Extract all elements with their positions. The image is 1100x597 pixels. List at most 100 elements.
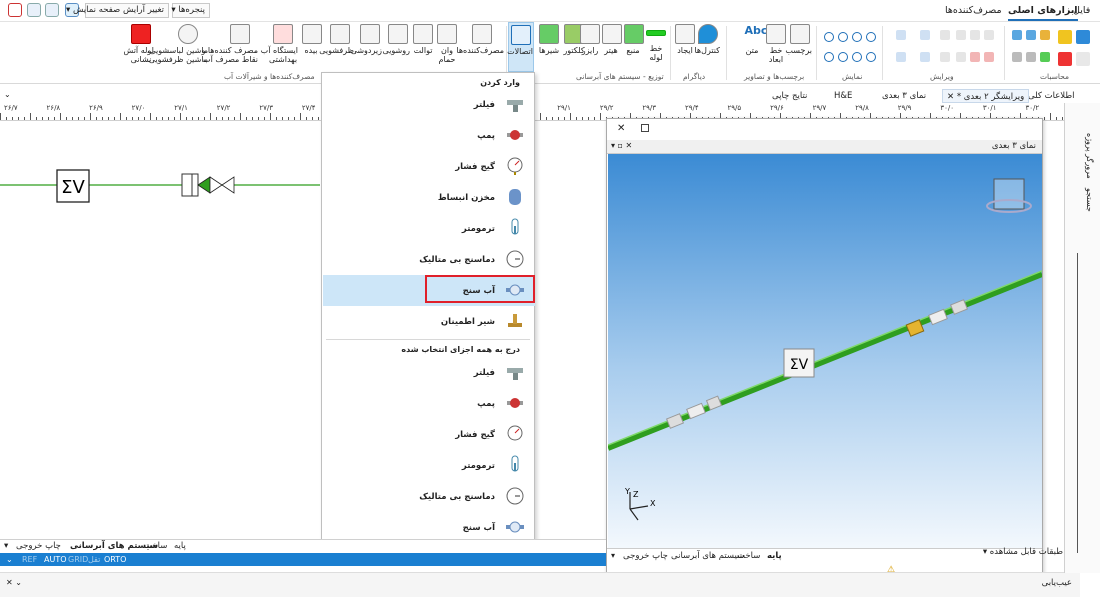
3d-tab-build[interactable]: ساخت	[737, 551, 760, 561]
undo-icon[interactable]	[27, 3, 41, 17]
zoom-extent-icon[interactable]	[838, 52, 848, 62]
create-tool[interactable]: ایجاد	[674, 22, 696, 72]
sheet-tab-print-output[interactable]: چاپ خروجی	[16, 541, 61, 551]
calc-list-icon[interactable]	[1076, 52, 1090, 66]
sink-tool[interactable]: ظرفشویی	[319, 22, 354, 72]
toilet-tool[interactable]: توالت	[413, 22, 433, 72]
chevron-down-icon[interactable]: ⌄	[4, 90, 11, 99]
zoom-scale-icon[interactable]	[852, 52, 862, 62]
tab-2d-editor[interactable]: ویرایشگر ۲ بعدی * ✕	[942, 89, 1030, 103]
table-icon[interactable]	[1076, 30, 1090, 44]
move-icon[interactable]	[896, 52, 906, 62]
tab-3d-view[interactable]: نمای ۳ بعدی	[878, 89, 930, 103]
menu-item-filter[interactable]: فیلتر	[323, 89, 535, 120]
project-explorer-tab[interactable]: مرورگر پروژه	[1085, 133, 1094, 179]
change-layout-dropdown[interactable]: تغییر آرایش صفحه نمایش ▾	[66, 3, 169, 18]
3d-viewport[interactable]: ΣV Y X Z	[608, 154, 1042, 548]
status-auto[interactable]: AUTO	[44, 553, 67, 566]
menu-item-expansion-tank[interactable]: مخزن انبساط	[323, 182, 535, 213]
report-icon[interactable]	[1058, 30, 1072, 44]
zoom-prev-icon[interactable]	[824, 52, 834, 62]
chevron-down-icon[interactable]: ▾	[4, 541, 8, 551]
close-icon[interactable]: ✕	[947, 92, 954, 102]
arrange-icon[interactable]	[920, 30, 930, 40]
consumer-points-tool[interactable]: مصرف کننده‌ها و نقاط مصرف آب	[201, 22, 258, 72]
pipeline-tool[interactable]: خط لوله	[646, 22, 666, 72]
status-ref[interactable]: REF	[22, 553, 37, 566]
pan-icon[interactable]	[866, 52, 876, 62]
windows-dropdown[interactable]: پنجره‌ها ▾	[171, 3, 210, 18]
tab-main-tools[interactable]: ابزارهای اصلی	[1008, 5, 1078, 21]
3d-tab-print-output[interactable]: چاپ خروجی	[623, 551, 668, 561]
search-tab[interactable]: جستجو	[1085, 188, 1094, 212]
redo-icon[interactable]	[45, 3, 59, 17]
menu-item-bimetal-thermometer[interactable]: دماسنج بی متالیک	[323, 244, 535, 275]
align-icon[interactable]	[896, 30, 906, 40]
bidet-tool[interactable]: بیده	[302, 22, 322, 72]
scale-icon[interactable]	[956, 52, 966, 62]
dimension-line-tool[interactable]: خط ابعاد	[766, 22, 786, 72]
menu-item-thermometer-all[interactable]: ترمومتر	[323, 450, 535, 481]
tank-tool[interactable]: منبع	[624, 22, 644, 72]
zoom-out-icon[interactable]	[838, 32, 848, 42]
pin-icon[interactable]: ▾ ▫ ✕	[611, 141, 632, 150]
status-snap[interactable]: تقل	[88, 553, 100, 566]
3d-tab-water-systems[interactable]: سیستم های آبرسانی	[671, 551, 744, 561]
visible-layers-dropdown[interactable]: طبقات قابل مشاهده ▾	[928, 547, 1063, 561]
zoom-window-icon[interactable]	[852, 32, 862, 42]
zoom-all-icon[interactable]	[866, 32, 876, 42]
status-grid[interactable]: GRID	[68, 553, 88, 566]
menu-item-pump[interactable]: پمپ	[323, 120, 535, 151]
app-icon[interactable]	[8, 3, 22, 17]
status-ortho[interactable]: ORTO	[104, 553, 126, 566]
menu-item-pressure-gauge-all[interactable]: گیج فشار	[323, 419, 535, 450]
chevron-down-icon[interactable]: ▾	[611, 551, 615, 560]
zoom-in-icon[interactable]	[824, 32, 834, 42]
text-tool[interactable]: Abc متن	[742, 22, 768, 72]
group-icon[interactable]	[940, 30, 950, 40]
menu-item-pressure-gauge[interactable]: گیج فشار	[323, 151, 535, 182]
riser-tool[interactable]: رایزر	[580, 22, 600, 72]
sheet-tab-build[interactable]: ساخت	[144, 541, 167, 551]
calc-run-icon[interactable]	[1040, 52, 1050, 62]
command-line[interactable]: ✕ ⌄ عیب‌یابی	[0, 572, 1080, 597]
bathtub-tool[interactable]: وان حمام	[436, 22, 458, 72]
calc-settings-icon[interactable]	[1012, 52, 1022, 62]
close-icon[interactable]: ✕	[617, 123, 625, 134]
troubleshoot-label[interactable]: عیب‌یابی	[1042, 578, 1072, 588]
menu-item-filter-all[interactable]: فیلتر	[323, 357, 535, 388]
3d-tab-base[interactable]: پایه	[767, 551, 782, 561]
fittings-tool[interactable]: اتصالات	[507, 22, 534, 72]
tab-he[interactable]: H&E	[830, 89, 856, 103]
consumers-tool[interactable]: مصرف‌کننده‌ها	[456, 22, 504, 72]
erase-icon[interactable]	[984, 52, 994, 62]
paste-icon[interactable]	[970, 30, 980, 40]
mirror-icon[interactable]	[940, 52, 950, 62]
menu-item-pump-all[interactable]: پمپ	[323, 388, 535, 419]
valves-tool[interactable]: شیرها	[538, 22, 560, 72]
washbasin-tool[interactable]: روشویی	[383, 22, 410, 72]
calc-check-icon[interactable]	[1026, 52, 1036, 62]
calc-heat-icon[interactable]	[1040, 30, 1050, 40]
tab-print-results[interactable]: نتایج چاپی	[768, 89, 811, 103]
chevron-down-icon[interactable]: ⌄	[6, 553, 13, 566]
close-icon[interactable]: ✕ ⌄	[6, 578, 22, 587]
shower-tool[interactable]: زیردوشی	[351, 22, 382, 72]
cut-icon[interactable]	[984, 30, 994, 40]
menu-item-bimetal-thermometer-all[interactable]: دماسنج بی متالیک	[323, 481, 535, 512]
calc-stop-icon[interactable]	[1058, 52, 1072, 66]
tab-consumers[interactable]: مصرف‌کننده‌ها	[945, 5, 1002, 16]
menu-item-thermometer[interactable]: ترمومتر	[323, 213, 535, 244]
rotate-icon[interactable]	[920, 52, 930, 62]
menu-item-safety-valve[interactable]: شیر اطمینان	[323, 306, 535, 337]
calc-flow-icon[interactable]	[1026, 30, 1036, 40]
maximize-icon[interactable]	[641, 124, 649, 132]
delete-icon[interactable]	[970, 52, 980, 62]
controls-tool[interactable]: کنترل‌ها	[694, 22, 720, 72]
tab-general-info[interactable]: اطلاعات کلی	[1024, 89, 1079, 103]
label-tool[interactable]: برچسب	[785, 22, 812, 72]
water-station-tool[interactable]: ایستگاه آب بهداشتی	[261, 22, 298, 72]
heater-tool[interactable]: هیتر	[602, 22, 622, 72]
copy-icon[interactable]	[956, 30, 966, 40]
calc-water-icon[interactable]	[1012, 30, 1022, 40]
